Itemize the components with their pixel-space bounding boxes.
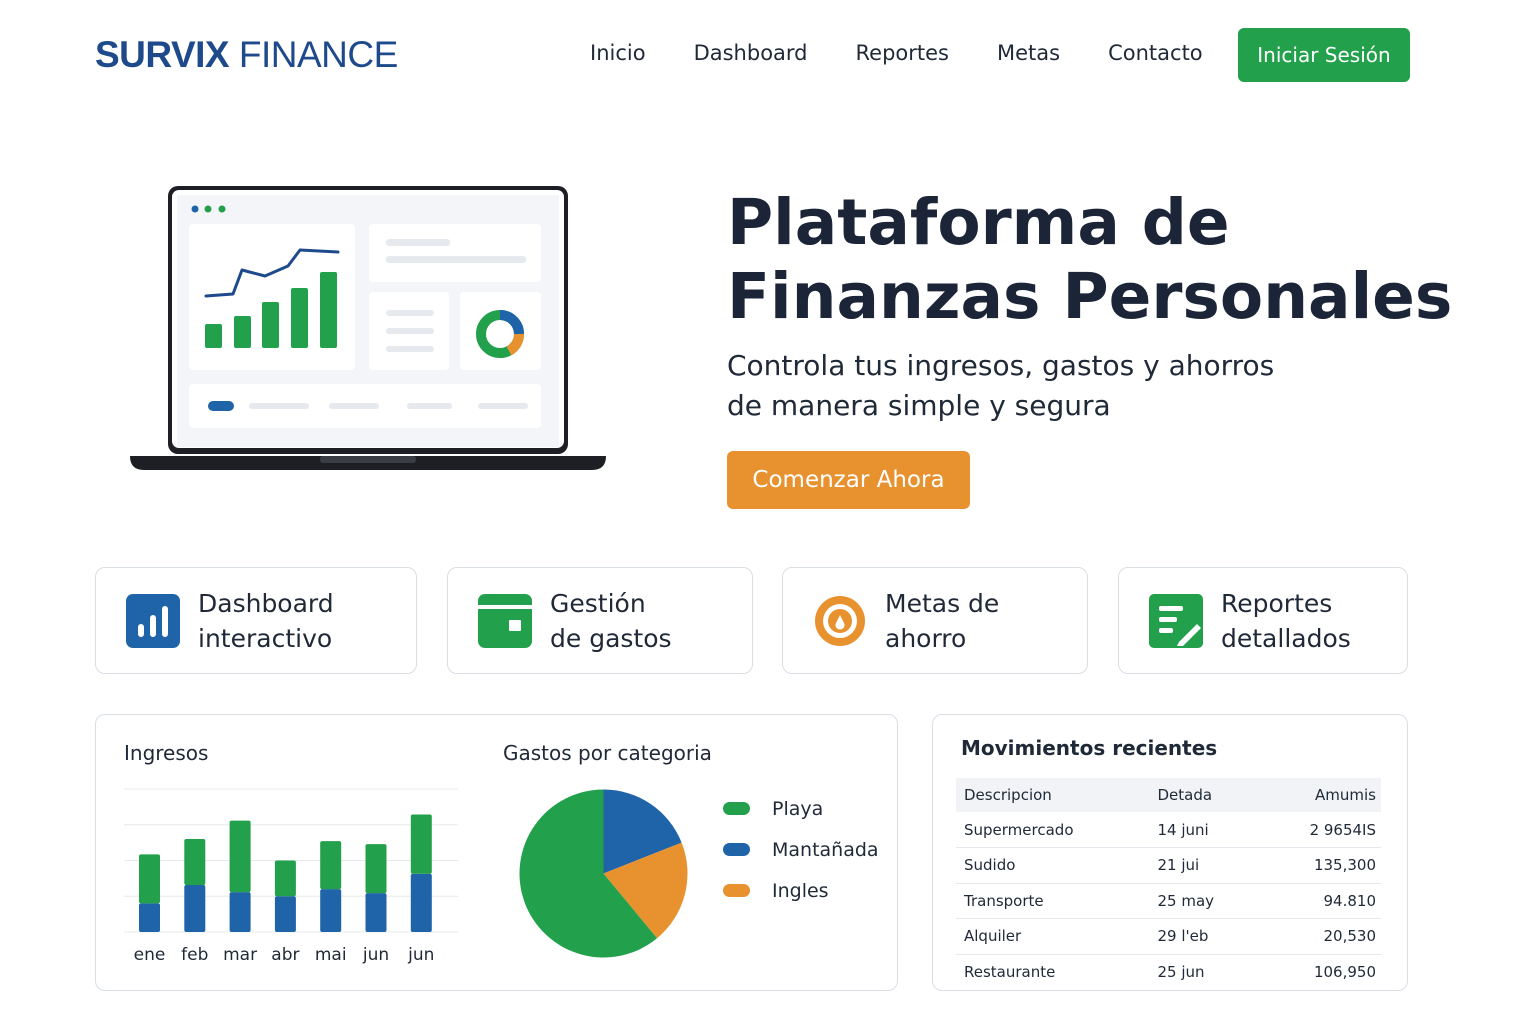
brand-logo[interactable]: SURVIX FINANCE [95, 34, 398, 76]
income-bar-chart: ene feb mar abr mai jun jun [124, 788, 458, 965]
bar-segment [365, 844, 387, 894]
feature-label: Reportes detallados [1221, 586, 1351, 656]
movements-table: Descripcion Detada Amumis Supermercado 1… [956, 778, 1381, 990]
expenses-pie-chart [519, 789, 688, 958]
bar-segment [320, 841, 342, 890]
table-row[interactable]: Restaurante 25 jun 106,950 [956, 954, 1381, 990]
feature-label-line-1: Dashboard [198, 588, 334, 618]
legend-label: Ingles [772, 879, 829, 902]
feature-label-line-1: Reportes [1221, 588, 1333, 618]
nav-link-metas[interactable]: Metas [997, 41, 1060, 65]
report-icon [1149, 593, 1203, 648]
row-amount: 94.810 [1261, 883, 1381, 919]
bar-segment [184, 839, 206, 886]
feature-label-line-1: Gestión [550, 588, 646, 618]
main-nav: Inicio Dashboard Reportes Metas Contacto [590, 41, 1251, 65]
bar-chart-icon [126, 593, 180, 648]
x-tick-label: mai [315, 945, 347, 965]
bar-segment [139, 903, 160, 932]
legend-item: Ingles [723, 870, 879, 911]
table-header-row: Descripcion Detada Amumis [956, 778, 1381, 812]
legend-item: Mantañada [723, 829, 879, 870]
bar-segment [229, 892, 251, 932]
feature-label: Metas de ahorro [885, 586, 999, 656]
x-tick-label: ene [134, 945, 166, 965]
bar-segment [320, 889, 342, 932]
row-date: 21 jui [1145, 847, 1262, 884]
nav-link-contacto[interactable]: Contacto [1108, 41, 1203, 65]
column-header-amount: Amumis [1261, 778, 1381, 812]
row-description: Sudido [956, 847, 1146, 884]
x-tick-label: jun [362, 945, 389, 965]
table-row[interactable]: Transporte 25 may 94.810 [956, 883, 1381, 919]
hero-title: Plataforma de Finanzas Personales [727, 186, 1452, 334]
row-amount: 20,530 [1261, 918, 1381, 955]
feature-card-expenses[interactable]: Gestión de gastos [447, 567, 753, 674]
bar-segment [229, 820, 251, 893]
bar-segment [410, 873, 432, 932]
feature-label-line-2: detallados [1221, 623, 1351, 653]
legend-label: Playa [772, 797, 824, 820]
table-row[interactable]: Sudido 21 jui 135,300 [956, 847, 1381, 884]
row-amount: 2 9654IS [1261, 812, 1381, 848]
bar-segment [274, 860, 296, 897]
row-amount: 106,950 [1313, 963, 1376, 981]
income-chart-title: Ingresos [124, 741, 209, 765]
brand-name-light: FINANCE [238, 34, 398, 75]
x-tick-label: abr [271, 945, 299, 965]
row-description: Restaurante [964, 963, 1056, 981]
get-started-button[interactable]: Comenzar Ahora [727, 451, 970, 509]
nav-link-inicio[interactable]: Inicio [590, 41, 646, 65]
table-row[interactable]: Alquiler 29 l'eb 20,530 [956, 918, 1381, 955]
row-date: 29 l'eb [1145, 918, 1262, 955]
laptop-illustration [130, 186, 606, 470]
legend-label: Mantañada [772, 838, 879, 861]
bar-segment [274, 896, 296, 932]
hero-subtitle-line-2: de manera simple y segura [727, 389, 1111, 422]
row-date: 25 jun [1157, 963, 1205, 981]
legend-item: Playa [723, 788, 879, 829]
feature-label-line-2: de gastos [550, 623, 672, 653]
feature-label-line-2: interactivo [198, 623, 333, 653]
hero-subtitle: Controla tus ingresos, gastos y ahorros … [727, 346, 1347, 426]
hero-subtitle-line-1: Controla tus ingresos, gastos y ahorros [727, 349, 1275, 382]
wallet-icon [478, 593, 532, 648]
feature-card-dashboard[interactable]: Dashboard interactivo [95, 567, 417, 674]
bar-segment [184, 885, 206, 932]
table-row[interactable]: Supermercado 14 juni 2 9654IS [956, 812, 1381, 848]
feature-label-line-2: ahorro [885, 623, 967, 653]
row-description: Supermercado [956, 812, 1146, 848]
legend-swatch [723, 843, 750, 856]
login-button[interactable]: Iniciar Sesión [1238, 28, 1410, 82]
bar-segment [139, 854, 160, 904]
brand-name-strong: SURVIX [95, 34, 230, 75]
bar-segment [365, 893, 387, 932]
x-tick-label: jun [407, 945, 434, 965]
column-header-date: Detada [1145, 778, 1262, 812]
expenses-legend: Playa Mantañada Ingles [723, 788, 879, 911]
bar-segment [410, 814, 432, 874]
feature-label-line-1: Metas de [885, 588, 1000, 618]
x-tick-label: mar [223, 945, 257, 965]
legend-swatch [723, 802, 750, 815]
feature-label: Dashboard interactivo [198, 586, 334, 656]
row-date: 14 juni [1145, 812, 1262, 848]
feature-label: Gestión de gastos [550, 586, 672, 656]
hero-title-line-2: Finanzas Personales [727, 260, 1453, 333]
hero-title-line-1: Plataforma de [727, 186, 1230, 259]
row-description: Transporte [956, 883, 1146, 919]
movements-title: Movimientos recientes [961, 736, 1218, 760]
x-tick-label: feb [181, 945, 208, 965]
nav-link-reportes[interactable]: Reportes [856, 41, 949, 65]
feature-card-reports[interactable]: Reportes detallados [1118, 567, 1408, 674]
row-amount: 135,300 [1261, 847, 1381, 884]
expenses-chart-title: Gastos por categoria [503, 741, 712, 765]
feature-card-goals[interactable]: Metas de ahorro [782, 567, 1088, 674]
row-description: Alquiler [956, 918, 1146, 955]
row-date: 25 may [1145, 883, 1262, 919]
nav-link-dashboard[interactable]: Dashboard [694, 41, 808, 65]
target-icon [815, 595, 865, 646]
column-header-description: Descripcion [956, 778, 1146, 812]
legend-swatch [723, 884, 750, 897]
